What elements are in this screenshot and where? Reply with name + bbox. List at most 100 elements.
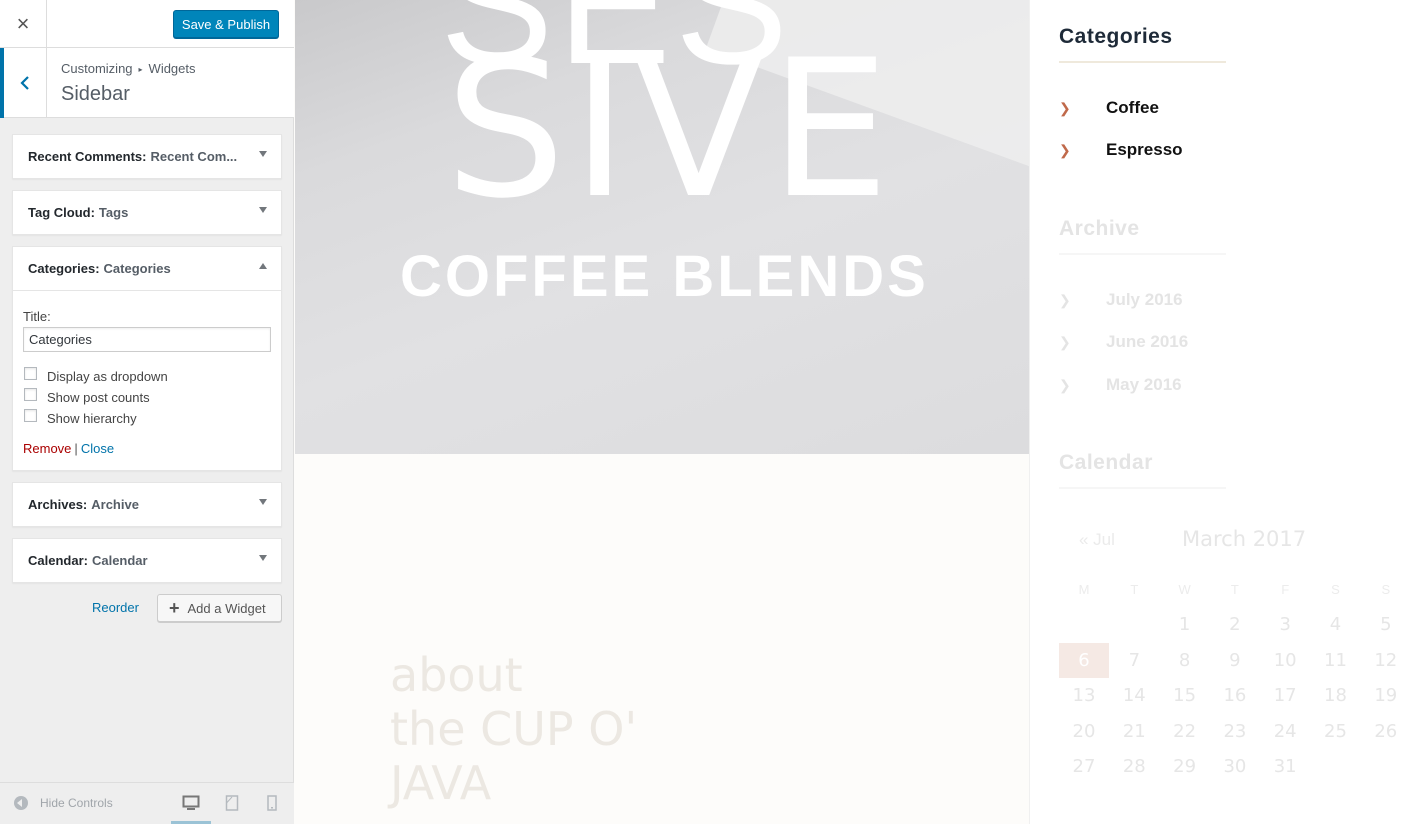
- calendar-day: 1: [1178, 614, 1191, 635]
- show-hierarchy-checkbox[interactable]: [24, 409, 37, 422]
- calendar-day: 5: [1380, 614, 1392, 635]
- expand-arrow-icon[interactable]: [259, 207, 267, 213]
- tablet-icon[interactable]: [225, 795, 239, 811]
- calendar-day: 25: [1324, 720, 1347, 742]
- chevron-right-icon: ❯: [1059, 291, 1071, 308]
- add-widget-label: Add a Widget: [187, 600, 266, 616]
- widget-type: Categories:: [28, 261, 100, 276]
- calendar-weekday: S: [1381, 582, 1391, 597]
- about-line: about: [390, 648, 523, 702]
- show-post-counts-checkbox[interactable]: [24, 388, 37, 401]
- category-item[interactable]: ❯ Coffee: [1059, 98, 1159, 118]
- calendar-day: 22: [1173, 720, 1197, 742]
- calendar-day: 31: [1273, 756, 1297, 777]
- hide-controls-button[interactable]: Hide Controls: [14, 796, 113, 810]
- category-link[interactable]: Coffee: [1106, 98, 1159, 118]
- calendar-weekday: W: [1178, 582, 1191, 597]
- widget-type: Recent Comments:: [28, 149, 147, 164]
- save-publish-button[interactable]: Save & Publish: [173, 10, 279, 38]
- widget-type: Tag Cloud:: [28, 205, 95, 220]
- archive-item[interactable]: ❯ July 2016: [1059, 290, 1183, 310]
- expand-arrow-icon[interactable]: [259, 499, 267, 505]
- widget-title: Recent Com...: [150, 149, 238, 164]
- widget-header[interactable]: Categories: Categories: [13, 247, 281, 290]
- add-widget-button[interactable]: + Add a Widget: [157, 594, 282, 622]
- close-icon: ×: [16, 11, 30, 36]
- hide-controls-label: Hide Controls: [40, 796, 113, 810]
- close-link[interactable]: Close: [81, 441, 114, 456]
- calendar-day: 26: [1374, 720, 1398, 742]
- title-label: Title:: [23, 309, 51, 324]
- checkbox-row: Display as dropdown: [24, 367, 168, 384]
- back-button[interactable]: [0, 48, 47, 118]
- customizer-footer: Hide Controls: [0, 782, 294, 824]
- calendar-weekday: M: [1078, 582, 1090, 597]
- archive-item[interactable]: ❯ May 2016: [1059, 375, 1182, 395]
- chevron-right-icon: ❯: [1059, 333, 1071, 350]
- calendar-day: 8: [1178, 649, 1191, 671]
- widget-recent-comments: Recent Comments: Recent Com...: [12, 134, 282, 179]
- archive-item[interactable]: ❯ June 2016: [1059, 332, 1188, 352]
- widget-tag-cloud: Tag Cloud: Tags: [12, 190, 282, 235]
- widget-title: Archive: [91, 497, 139, 512]
- widget-header[interactable]: Recent Comments: Recent Com...: [13, 135, 281, 178]
- calendar-prev-link[interactable]: « Jul: [1079, 530, 1115, 550]
- archive-link[interactable]: May 2016: [1106, 375, 1182, 395]
- widget-header[interactable]: Archives: Archive: [13, 483, 281, 526]
- widget-header[interactable]: Tag Cloud: Tags: [13, 191, 281, 234]
- display-dropdown-checkbox[interactable]: [24, 367, 37, 380]
- calendar-day: 27: [1072, 756, 1096, 777]
- calendar-day: 2: [1229, 614, 1241, 635]
- widget-type: Archives:: [28, 497, 88, 512]
- chevron-right-icon: ❯: [1059, 99, 1071, 116]
- collapse-arrow-icon[interactable]: [259, 263, 267, 269]
- checkbox-row: Show post counts: [24, 388, 150, 405]
- calendar-day: 17: [1273, 685, 1297, 706]
- title-underline: [1059, 487, 1226, 489]
- widget-title: Tags: [98, 205, 129, 220]
- reorder-link[interactable]: Reorder: [92, 600, 139, 615]
- widget-title: Calendar: [91, 553, 148, 568]
- calendar-day: 13: [1072, 685, 1096, 706]
- calendar-today: 6: [1059, 642, 1109, 678]
- title-input[interactable]: [23, 327, 271, 352]
- section-title: Sidebar: [61, 83, 130, 105]
- breadcrumb: Customizing ▸ Widgets: [61, 61, 196, 76]
- widget-categories: Categories:Categories Title: Display as …: [12, 246, 282, 471]
- chevron-left-icon: [20, 76, 29, 90]
- close-customizer-button[interactable]: ×: [0, 0, 47, 48]
- category-link[interactable]: Espresso: [1106, 140, 1183, 160]
- calendar-weekday: T: [1130, 582, 1139, 597]
- category-item[interactable]: ❯ Espresso: [1059, 140, 1183, 160]
- calendar-day: 14: [1122, 685, 1146, 706]
- archive-widget-title: Archive: [1059, 217, 1140, 240]
- calendar-weekday: T: [1230, 582, 1239, 597]
- expand-arrow-icon[interactable]: [259, 151, 267, 157]
- archive-link[interactable]: June 2016: [1106, 332, 1188, 352]
- preview-sidebar: Categories ❯ Coffee ❯ Espresso Archive ❯…: [1029, 0, 1411, 824]
- widget-header[interactable]: Calendar: Calendar: [13, 539, 281, 582]
- mobile-icon[interactable]: [267, 795, 277, 811]
- separator: |: [74, 441, 78, 456]
- calendar-day: 3: [1279, 614, 1291, 635]
- calendar-widget-title: Calendar: [1059, 451, 1153, 474]
- customizer-panel: × Save & Publish Customizing ▸ Widgets Sid…: [0, 0, 294, 824]
- about-line: JAVA: [390, 756, 492, 810]
- calendar-day: 24: [1273, 720, 1297, 742]
- checkbox-label: Show post counts: [47, 390, 150, 405]
- calendar-day: 11: [1324, 649, 1347, 671]
- chevron-right-icon: ❯: [1059, 141, 1071, 158]
- checkbox-label: Display as dropdown: [47, 369, 168, 384]
- widget-archives: Archives: Archive: [12, 482, 282, 527]
- desktop-icon[interactable]: [182, 795, 200, 811]
- calendar-day: 23: [1223, 720, 1247, 742]
- calendar-caption: March 2017: [1182, 527, 1307, 551]
- customizer-header: × Save & Publish: [0, 0, 294, 48]
- expand-arrow-icon[interactable]: [259, 555, 267, 561]
- remove-link[interactable]: Remove: [23, 441, 71, 456]
- archive-link[interactable]: July 2016: [1106, 290, 1183, 310]
- calendar-day: 29: [1173, 756, 1197, 777]
- hero-banner: SES SIVE COFFEE BLENDS: [295, 0, 1029, 454]
- calendar-day: 28: [1122, 756, 1146, 777]
- calendar-day: 20: [1072, 720, 1096, 742]
